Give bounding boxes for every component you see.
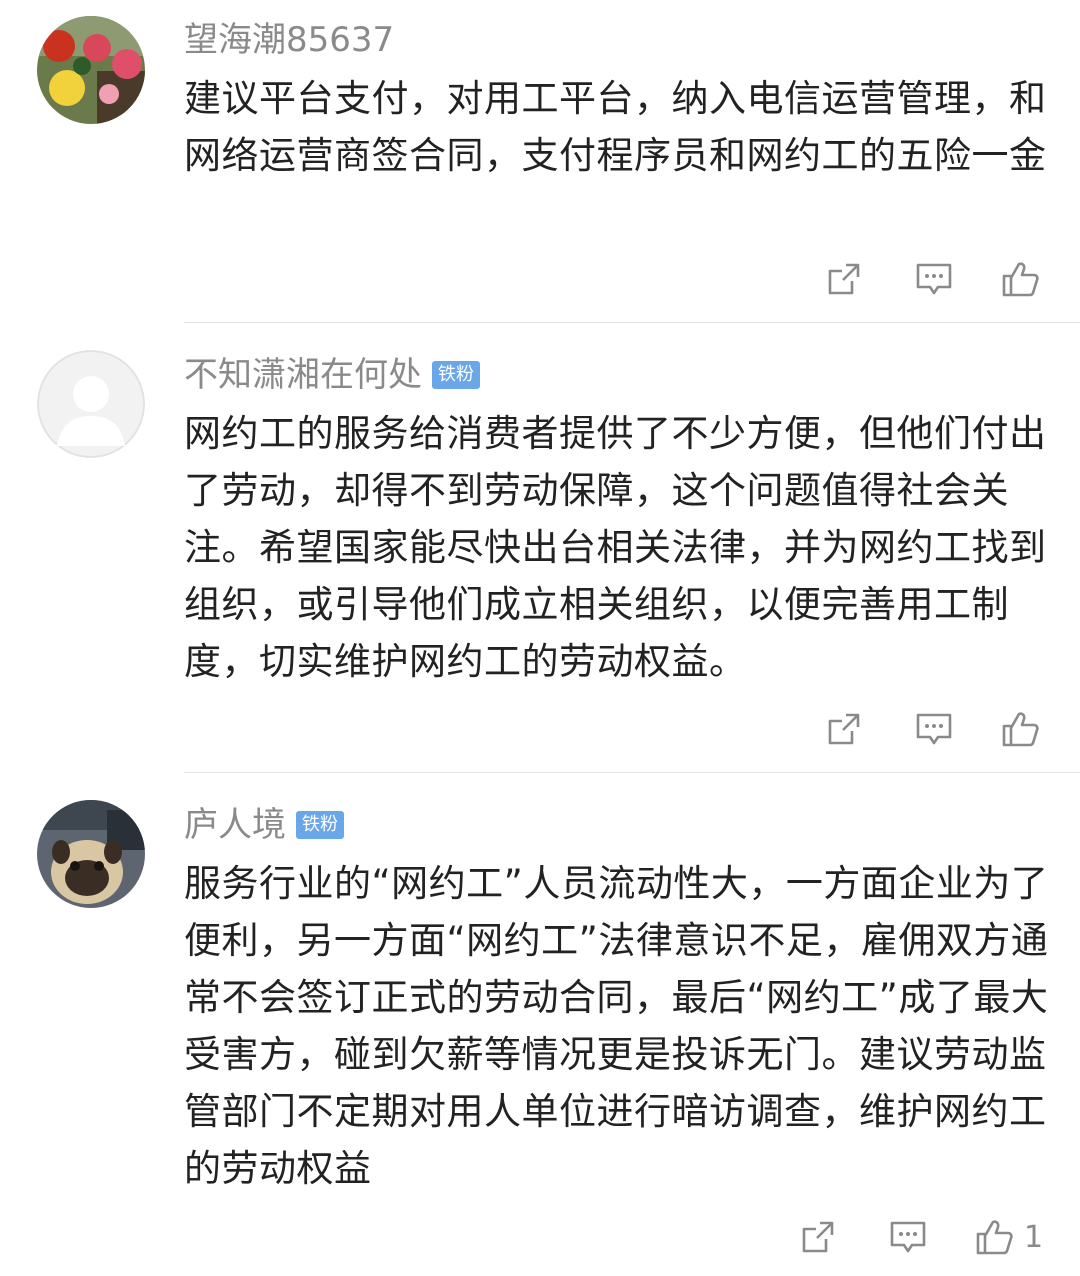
comment-actions: 1 bbox=[798, 1217, 1043, 1257]
avatar[interactable] bbox=[37, 800, 145, 908]
thumbs-up-icon[interactable] bbox=[1000, 259, 1040, 299]
username-text[interactable]: 不知潇湘在何处 bbox=[184, 355, 422, 395]
divider bbox=[184, 322, 1080, 323]
share-icon[interactable] bbox=[798, 1217, 838, 1257]
divider bbox=[184, 772, 1080, 773]
comment-text: 服务行业的“网约工”人员流动性大，一方面企业为了便利，另一方面“网约工”法律意识… bbox=[184, 862, 1049, 1190]
comment-actions bbox=[824, 259, 1050, 299]
fan-badge: 铁粉 bbox=[432, 361, 480, 389]
comment-text: 建议平台支付，对用工平台，纳入电信运营管理，和网络运营商签合同，支付程序员和网约… bbox=[184, 77, 1047, 177]
share-icon[interactable] bbox=[824, 709, 864, 749]
thumbs-up-icon[interactable] bbox=[1000, 709, 1040, 749]
comment-username[interactable]: 望海潮85637 bbox=[184, 20, 394, 60]
share-icon[interactable] bbox=[824, 259, 864, 299]
fan-badge: 铁粉 bbox=[296, 811, 344, 839]
avatar[interactable] bbox=[37, 350, 145, 458]
comment-icon[interactable] bbox=[914, 709, 954, 749]
comment-icon[interactable] bbox=[888, 1217, 928, 1257]
username-text[interactable]: 庐人境 bbox=[184, 805, 286, 845]
comment-username[interactable]: 庐人境 铁粉 bbox=[184, 805, 344, 845]
comment-username[interactable]: 不知潇湘在何处 铁粉 bbox=[184, 355, 480, 395]
username-text[interactable]: 望海潮85637 bbox=[184, 20, 394, 60]
thumbs-up-icon[interactable] bbox=[974, 1217, 1014, 1257]
comment-actions bbox=[824, 709, 1050, 749]
comment-icon[interactable] bbox=[914, 259, 954, 299]
like-count: 1 bbox=[1024, 1219, 1044, 1255]
avatar[interactable] bbox=[37, 16, 145, 124]
comment-text: 网约工的服务给消费者提供了不少方便，但他们付出了劳动，却得不到劳动保障，这个问题… bbox=[184, 412, 1047, 683]
